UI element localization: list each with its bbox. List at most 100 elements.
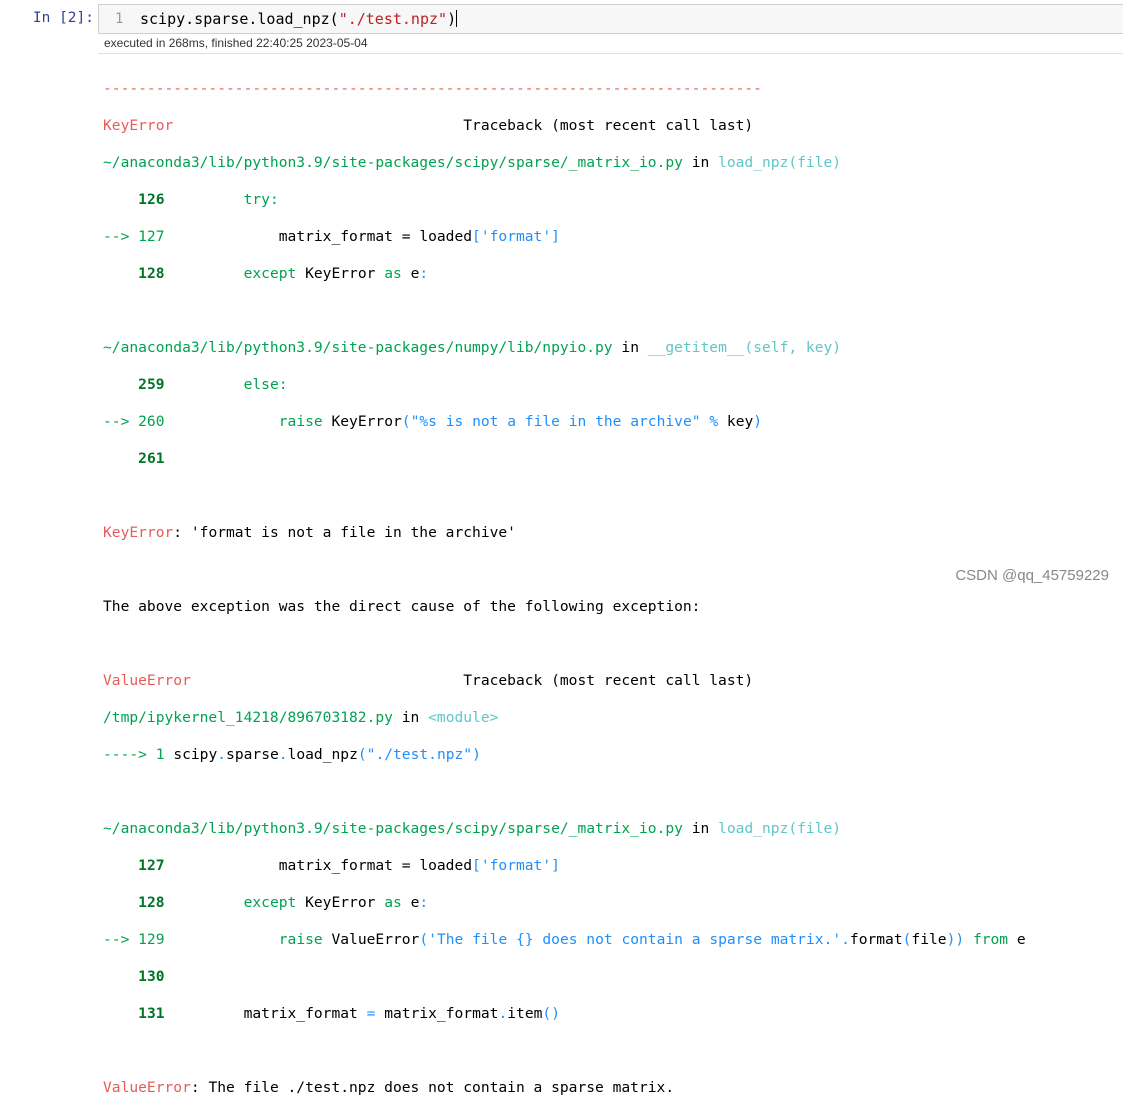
valueerror-message: ValueError: The file ./test.npz does not… [103, 1079, 1026, 1098]
code-text: as [384, 264, 402, 282]
code-line-128b: 128 except KeyError as e: [103, 894, 1026, 913]
code-text: matrix_format [243, 1004, 358, 1022]
error-text: : The file ./test.npz does not contain a… [190, 1078, 675, 1096]
current-line-arrow: --> 129 [103, 930, 165, 948]
error-name: ValueError [103, 671, 191, 689]
code-line-1: ----> 1 scipy.sparse.load_npz("./test.np… [103, 746, 1026, 765]
code-text: from [972, 930, 1009, 948]
code-text: format [849, 930, 903, 948]
code-text: key [726, 412, 754, 430]
code-text: item [507, 1004, 543, 1022]
error-name: KeyError [103, 116, 174, 134]
code-line-261: 261 [103, 450, 1026, 469]
code-line-131: 131 matrix_format = matrix_format.item() [103, 1005, 1026, 1024]
code-text: ( [401, 412, 411, 430]
traceback-output: ----------------------------------------… [103, 61, 1026, 1116]
code-string: "./test.npz" [338, 10, 448, 28]
code-text: ] [551, 227, 560, 245]
code-text: )) [946, 930, 965, 948]
line-number: 131 [138, 1004, 165, 1022]
frame-location-2: ~/anaconda3/lib/python3.9/site-packages/… [103, 339, 1026, 358]
code-text: "./test.npz" [366, 745, 473, 763]
code-close-paren: ) [447, 10, 457, 28]
code-text: e [410, 893, 420, 911]
cause-message: The above exception was the direct cause… [103, 597, 701, 615]
current-line-arrow: --> 260 [103, 412, 165, 430]
cell-prompt: In [2]: [32, 10, 94, 26]
code-text: as [384, 893, 402, 911]
traceback-header-text: Traceback (most recent call last) [463, 116, 754, 134]
traceback-separator: ----------------------------------------… [103, 79, 762, 97]
code-text: ) [472, 745, 481, 763]
code-text: : [419, 264, 429, 282]
code-line-126: 126 try: [103, 191, 1026, 210]
code-text: e [1016, 930, 1026, 948]
frame-file: ~/anaconda3/lib/python3.9/site-packages/… [103, 338, 613, 356]
code-line-128: 128 except KeyError as e: [103, 265, 1026, 284]
code-text: [ [472, 856, 481, 874]
code-text: except [243, 893, 297, 911]
code-text: [ [472, 227, 481, 245]
frame-function: load_npz(file) [718, 153, 842, 171]
code-text: else: [243, 375, 288, 393]
code-line-127: --> 127 matrix_format = loaded['format'] [103, 228, 1026, 247]
code-text: 'format' [480, 856, 552, 874]
code-text: ValueError [331, 930, 420, 948]
code-line-127b: 127 matrix_format = loaded['format'] [103, 857, 1026, 876]
error-name: ValueError [103, 1078, 191, 1096]
code-input-area[interactable]: 1 scipy.sparse.load_npz("./test.npz") [98, 4, 1123, 34]
line-number: 1 [115, 11, 124, 27]
code-text: load_npz [287, 745, 358, 763]
code-text: try: [243, 190, 279, 208]
line-number: 126 [138, 190, 165, 208]
in-keyword: in [691, 153, 710, 171]
code-text: "%s is not a file in the archive" [410, 412, 701, 430]
frame-function: __getitem__(self, key) [647, 338, 842, 356]
frame-function: <module> [428, 708, 499, 726]
in-keyword: in [691, 819, 710, 837]
line-number: 261 [138, 449, 165, 467]
frame-location-4: ~/anaconda3/lib/python3.9/site-packages/… [103, 820, 1026, 839]
code-text: except [243, 264, 297, 282]
code-line-259: 259 else: [103, 376, 1026, 395]
code-text: raise [278, 930, 323, 948]
line-number: 127 [138, 856, 165, 874]
code-text: : [419, 893, 429, 911]
line-number: 128 [138, 893, 165, 911]
code-text: KeyError [331, 412, 402, 430]
frame-location-1: ~/anaconda3/lib/python3.9/site-packages/… [103, 154, 1026, 173]
keyerror-message: KeyError: 'format is not a file in the a… [103, 524, 1026, 543]
traceback-header-1: KeyError Traceback (most recent call las… [103, 117, 1026, 136]
code-text: file [911, 930, 947, 948]
traceback-header-text: Traceback (most recent call last) [463, 671, 754, 689]
code-text: ( [357, 745, 367, 763]
code-text: scipy [173, 745, 218, 763]
execution-info: executed in 268ms, finished 22:40:25 202… [98, 34, 1123, 54]
code-text: = [366, 1004, 376, 1022]
current-line-arrow: --> 127 [103, 227, 165, 245]
code-text: raise [278, 412, 323, 430]
code-text: . [841, 930, 850, 948]
code-line-130: 130 [103, 968, 1026, 987]
frame-file: ~/anaconda3/lib/python3.9/site-packages/… [103, 153, 683, 171]
code-text: 'The file {} does not contain a sparse m… [428, 930, 842, 948]
code-line-129: --> 129 raise ValueError('The file {} do… [103, 931, 1026, 950]
traceback-header-2: ValueError Traceback (most recent call l… [103, 672, 1026, 691]
line-number: 130 [138, 967, 165, 985]
code-text: matrix_format = loaded [278, 856, 473, 874]
code-line[interactable]: scipy.sparse.load_npz("./test.npz") [140, 10, 458, 28]
watermark: CSDN @qq_45759229 [955, 567, 1109, 584]
code-call: scipy.sparse.load_npz( [140, 10, 339, 28]
code-text: ( [419, 930, 429, 948]
frame-location-3: /tmp/ipykernel_14218/896703182.py in <mo… [103, 709, 1026, 728]
code-text: KeyError [305, 264, 376, 282]
code-text: ( [902, 930, 912, 948]
code-text: matrix_format [384, 1004, 499, 1022]
in-keyword: in [621, 338, 639, 356]
code-text: ) [753, 412, 763, 430]
text-cursor [456, 10, 458, 27]
error-name: KeyError [103, 523, 174, 541]
frame-file: /tmp/ipykernel_14218/896703182.py [103, 708, 393, 726]
frame-function: load_npz(file) [718, 819, 842, 837]
code-line-260: --> 260 raise KeyError("%s is not a file… [103, 413, 1026, 432]
